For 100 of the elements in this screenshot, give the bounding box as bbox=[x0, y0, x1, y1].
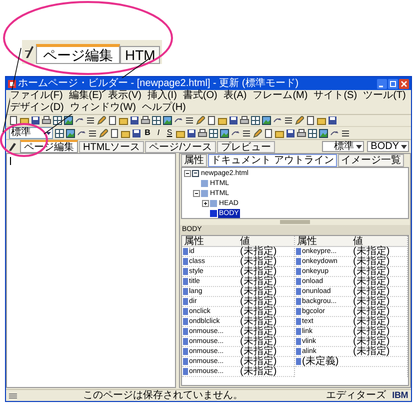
attribute-value[interactable]: (未指定) bbox=[353, 296, 390, 306]
attribute-value[interactable]: (未指定) bbox=[240, 326, 277, 336]
attribute-value[interactable]: (未指定) bbox=[353, 286, 390, 296]
menu-item[interactable]: 表(A) bbox=[223, 90, 247, 102]
minimize-icon[interactable] bbox=[377, 78, 387, 88]
folder-icon[interactable] bbox=[176, 128, 185, 138]
printer-icon[interactable] bbox=[297, 128, 306, 138]
menu-item[interactable]: ウィンドウ(W) bbox=[70, 102, 136, 114]
list-icon[interactable] bbox=[284, 116, 293, 125]
printer-icon[interactable] bbox=[240, 116, 249, 125]
menu-item[interactable]: 書式(O) bbox=[182, 90, 218, 102]
list-icon[interactable] bbox=[341, 128, 350, 138]
menu-item[interactable]: ヘルプ(H) bbox=[142, 102, 186, 114]
attribute-value[interactable]: (未指定) bbox=[353, 346, 390, 356]
floppy-icon[interactable] bbox=[130, 116, 139, 125]
menu-item[interactable]: フレーム(M) bbox=[252, 90, 308, 102]
editor-tab[interactable]: ページ/ソース bbox=[145, 141, 216, 153]
page-icon[interactable] bbox=[264, 128, 273, 138]
image-icon[interactable] bbox=[163, 116, 172, 125]
printer-icon[interactable] bbox=[141, 116, 150, 125]
list-icon[interactable] bbox=[185, 116, 194, 125]
menu-item[interactable]: 編集(E) bbox=[68, 90, 102, 102]
folder-icon[interactable] bbox=[317, 116, 326, 125]
attribute-value[interactable]: (未指定) bbox=[353, 326, 390, 336]
page-icon[interactable] bbox=[306, 116, 315, 125]
table-icon[interactable] bbox=[251, 116, 260, 125]
page-icon[interactable] bbox=[207, 116, 216, 125]
list-icon[interactable] bbox=[86, 116, 95, 125]
panel-tab[interactable]: イメージ一覧 bbox=[338, 154, 404, 167]
attribute-value[interactable]: (未指定) bbox=[240, 296, 277, 306]
printer-icon[interactable] bbox=[42, 116, 51, 125]
dropdown[interactable]: BODY bbox=[367, 141, 409, 152]
tab[interactable]: HTM bbox=[120, 46, 160, 64]
table-icon[interactable] bbox=[53, 116, 62, 125]
splitter-handle[interactable] bbox=[280, 220, 310, 224]
format-button[interactable]: B bbox=[143, 128, 152, 138]
attribute-value[interactable]: (未指定) bbox=[240, 266, 277, 276]
attribute-value[interactable]: (未指定) bbox=[240, 356, 277, 366]
folder-icon[interactable] bbox=[218, 116, 227, 125]
floppy-icon[interactable] bbox=[328, 116, 337, 125]
menu-item[interactable]: ツール(T) bbox=[363, 90, 406, 102]
panel-tab[interactable]: ドキュメント アウトライン bbox=[208, 154, 337, 167]
panel-tab[interactable]: 属性 bbox=[181, 154, 207, 167]
attribute-value[interactable]: (未指定) bbox=[240, 276, 277, 286]
floppy-icon[interactable] bbox=[187, 128, 196, 138]
floppy-icon[interactable] bbox=[229, 116, 238, 125]
attribute-value[interactable]: (未指定) bbox=[353, 266, 390, 276]
attribute-value[interactable]: (未指定) bbox=[240, 366, 277, 376]
arrow-icon[interactable] bbox=[273, 116, 282, 125]
arrow-icon[interactable] bbox=[330, 128, 339, 138]
table-icon[interactable] bbox=[152, 116, 161, 125]
editor-tab[interactable]: HTMLソース bbox=[79, 141, 144, 153]
menu-item[interactable]: ファイル(F) bbox=[10, 90, 63, 102]
format-button[interactable]: I bbox=[154, 128, 163, 138]
dropdown[interactable]: 標準 bbox=[322, 141, 364, 152]
folder-icon[interactable] bbox=[275, 128, 284, 138]
menu-item[interactable]: 挿入(I) bbox=[147, 90, 177, 102]
pencil-icon[interactable] bbox=[253, 128, 262, 138]
printer-icon[interactable] bbox=[198, 128, 207, 138]
attribute-value[interactable]: (未指定) bbox=[240, 336, 277, 346]
attribute-value[interactable]: (未指定) bbox=[353, 316, 390, 326]
menu-item[interactable]: サイト(S) bbox=[314, 90, 358, 102]
tree-toggle-icon[interactable] bbox=[193, 190, 200, 196]
attribute-value[interactable]: (未指定) bbox=[353, 306, 390, 316]
editor-area[interactable] bbox=[6, 153, 176, 388]
tree-toggle-icon[interactable] bbox=[202, 200, 209, 206]
close-icon[interactable] bbox=[399, 78, 409, 88]
table-icon[interactable] bbox=[308, 128, 317, 138]
attribute-value[interactable]: (未指定) bbox=[240, 286, 277, 296]
attribute-value[interactable]: (未指定) bbox=[353, 256, 390, 266]
floppy-icon[interactable] bbox=[31, 116, 40, 125]
list-icon[interactable] bbox=[242, 128, 251, 138]
style-select[interactable]: 標準 bbox=[9, 127, 53, 139]
attribute-value[interactable]: (未指定) bbox=[353, 276, 390, 286]
attribute-value[interactable]: (未指定) bbox=[240, 346, 277, 356]
editor-tab[interactable]: プレビュー bbox=[217, 141, 276, 153]
table-icon[interactable] bbox=[209, 128, 218, 138]
tab[interactable]: ページ編集 bbox=[36, 44, 120, 64]
tree-toggle-icon[interactable] bbox=[184, 170, 191, 176]
image-icon[interactable] bbox=[319, 128, 328, 138]
list-icon[interactable] bbox=[88, 128, 97, 138]
arrow-icon[interactable] bbox=[231, 128, 240, 138]
attribute-value[interactable]: (未指定) bbox=[240, 256, 277, 266]
menu-item[interactable]: デザイン(D) bbox=[10, 102, 64, 114]
attribute-value[interactable]: (未指定) bbox=[240, 316, 277, 326]
attribute-name[interactable]: (未定義) bbox=[302, 356, 353, 366]
attribute-value[interactable]: (未指定) bbox=[353, 336, 390, 346]
pencil-icon[interactable] bbox=[196, 116, 205, 125]
image-icon[interactable] bbox=[220, 128, 229, 138]
image-icon[interactable] bbox=[262, 116, 271, 125]
table-icon[interactable] bbox=[55, 128, 64, 138]
maximize-icon[interactable] bbox=[388, 78, 398, 88]
arrow-icon[interactable] bbox=[174, 116, 183, 125]
floppy-icon[interactable] bbox=[286, 128, 295, 138]
page-icon[interactable] bbox=[9, 116, 18, 125]
floppy-icon[interactable] bbox=[132, 128, 141, 138]
pencil-icon[interactable] bbox=[295, 116, 304, 125]
attribute-value[interactable]: (未指定) bbox=[240, 306, 277, 316]
format-button[interactable]: S bbox=[165, 128, 174, 138]
menu-item[interactable]: 表示(V) bbox=[108, 90, 142, 102]
